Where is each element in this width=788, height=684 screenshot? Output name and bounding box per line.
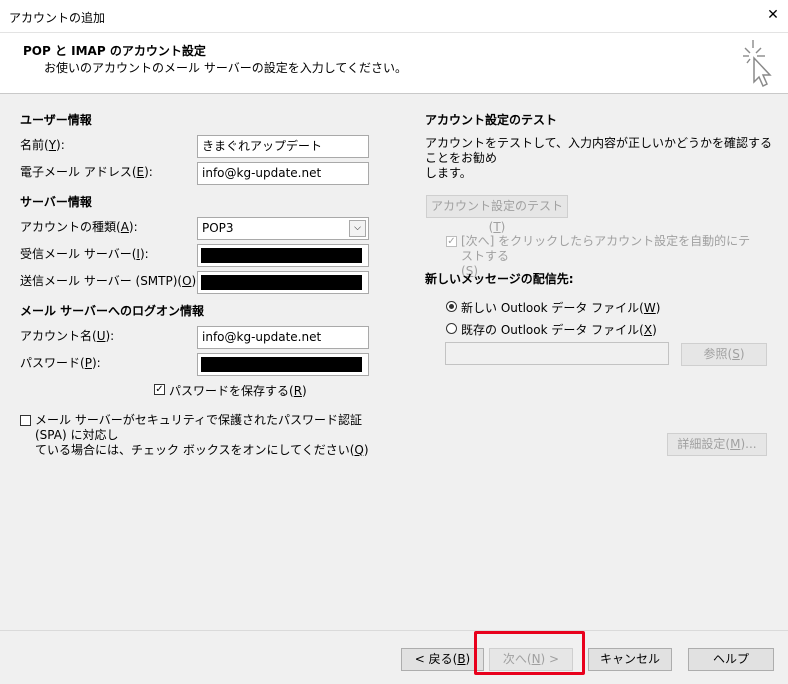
test-description: アカウントをテストして、入力内容が正しいかどうかを確認することをお勧め します。 [425,136,773,180]
spa-checkbox[interactable] [20,415,31,426]
header-title: POP と IMAP のアカウント設定 [23,44,206,58]
name-input[interactable]: きまぐれアップデート [197,135,369,158]
wizard-cursor-icon [743,40,772,88]
footer-divider [0,630,788,631]
close-icon[interactable]: ✕ [762,4,784,26]
new-data-file-label[interactable]: 新しい Outlook データ ファイル(W) [461,299,660,316]
incoming-server-input[interactable] [197,244,369,267]
existing-data-file-label[interactable]: 既存の Outlook データ ファイル(X) [461,321,657,338]
email-label: 電子メール アドレス(E): [20,165,153,179]
logon-info-heading: メール サーバーへのログオン情報 [20,304,205,318]
new-data-file-radio[interactable] [446,301,457,312]
account-type-label: アカウントの種類(A): [20,220,138,234]
delivery-heading: 新しいメッセージの配信先: [425,272,574,286]
server-info-heading: サーバー情報 [20,195,92,209]
account-name-label: アカウント名(U): [20,329,115,343]
back-button[interactable]: < 戻る(B) [401,648,484,671]
password-input[interactable] [197,353,369,376]
outgoing-server-label: 送信メール サーバー (SMTP)(O): [20,274,201,288]
cancel-button[interactable]: キャンセル [588,648,672,671]
chevron-down-icon[interactable]: ⌵ [349,220,366,237]
window-title: アカウントの追加 [9,11,106,25]
outgoing-server-input[interactable] [197,271,369,294]
email-input[interactable]: info@kg-update.net [197,162,369,185]
browse-button[interactable]: 参照(S) [681,343,767,366]
user-info-heading: ユーザー情報 [20,113,92,127]
redaction-bar [201,357,362,372]
next-button-highlight [474,631,585,675]
auto-test-checkbox[interactable]: ✓ [446,236,457,247]
test-heading: アカウント設定のテスト [425,113,558,127]
header-subtitle: お使いのアカウントのメール サーバーの設定を入力してください。 [44,61,407,75]
test-account-settings-button[interactable]: アカウント設定のテスト(T) [426,195,568,234]
account-type-select[interactable]: POP3 ⌵ [197,217,369,240]
save-password-label[interactable]: パスワードを保存する(R) [169,382,307,399]
incoming-server-label: 受信メール サーバー(I): [20,247,149,261]
existing-data-file-radio[interactable] [446,323,457,334]
name-label: 名前(Y): [20,138,65,152]
account-name-input[interactable]: info@kg-update.net [197,326,369,349]
advanced-settings-button[interactable]: 詳細設定(M)... [667,433,767,456]
redaction-bar [201,275,362,290]
save-password-checkbox[interactable]: ✓ [154,384,165,395]
help-button[interactable]: ヘルプ [688,648,774,671]
redaction-bar [201,248,362,263]
spa-label[interactable]: メール サーバーがセキュリティで保護されたパスワード認証 (SPA) に対応し … [35,413,395,458]
password-label: パスワード(P): [20,356,101,370]
existing-file-path-input[interactable] [445,342,669,365]
title-bar [0,0,788,33]
